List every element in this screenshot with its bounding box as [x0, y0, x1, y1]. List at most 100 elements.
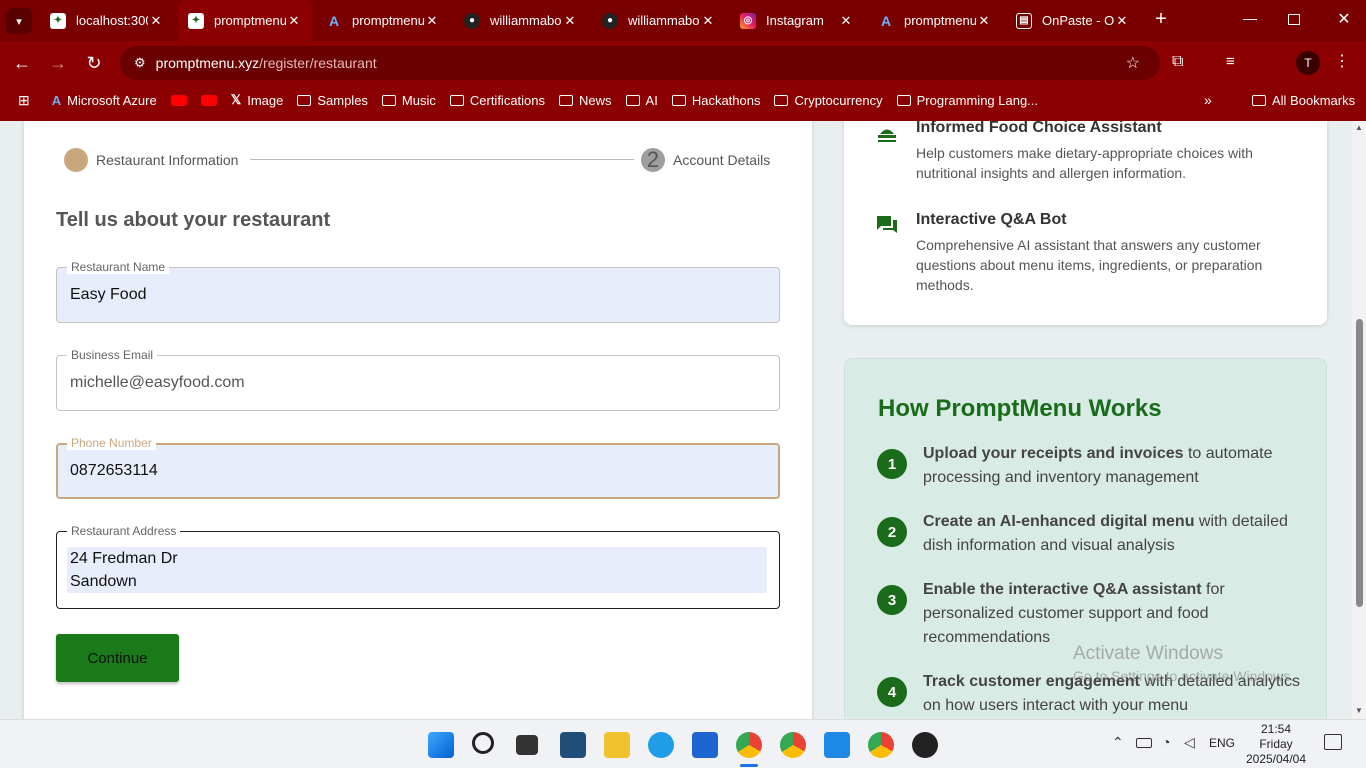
azure-icon: A — [328, 12, 340, 29]
bookmark-star-icon[interactable]: ☆ — [1126, 53, 1140, 73]
folder-icon — [896, 94, 911, 106]
language-indicator[interactable]: ENG — [1209, 736, 1235, 750]
folder-icon — [449, 94, 464, 106]
step-2: 2 Account Details — [641, 147, 770, 172]
tab-search-button[interactable]: ▾ — [6, 8, 32, 34]
bookmark-cryptocurrency[interactable]: Cryptocurrency — [774, 93, 883, 108]
wifi-icon[interactable]: ◔ — [1162, 734, 1170, 750]
close-icon[interactable]: ✕ — [148, 13, 164, 29]
chrome-icon[interactable] — [780, 732, 806, 758]
apps-icon[interactable]: ⊞ — [18, 92, 30, 109]
scroll-down-arrow[interactable]: ▼ — [1355, 706, 1363, 715]
page-scrollbar[interactable]: ▲ ▼ — [1352, 121, 1366, 719]
step-1-indicator — [64, 148, 88, 172]
browser-tab[interactable]: ✦ localhost:300 ✕ — [40, 0, 174, 41]
battery-icon[interactable] — [1136, 738, 1152, 748]
bookmark-programming[interactable]: Programming Lang... — [896, 93, 1038, 108]
folder-icon — [1252, 94, 1266, 106]
restaurant-name-field[interactable]: Restaurant Name Easy Food — [56, 260, 780, 323]
business-email-field[interactable]: Business Email michelle@easyfood.com — [56, 348, 780, 411]
new-tab-button[interactable]: + — [1150, 8, 1172, 32]
browser-tab-active[interactable]: ✦ promptmenu ✕ — [178, 0, 312, 41]
promptmenu-icon: ✦ — [50, 12, 66, 29]
windows-taskbar: ⌃ ◔ ◁ ENG 21:54 Friday 2025/04/04 — [0, 719, 1366, 768]
close-icon[interactable]: ✕ — [700, 13, 716, 29]
bookmark-samples[interactable]: Samples — [297, 93, 368, 108]
step-1: Restaurant Information — [64, 148, 238, 172]
youtube-icon — [200, 94, 217, 106]
media-player-icon[interactable] — [912, 732, 938, 758]
tray-overflow-icon[interactable]: ⌃ — [1112, 734, 1124, 751]
continue-button[interactable]: Continue — [56, 634, 179, 682]
scroll-up-arrow[interactable]: ▲ — [1355, 123, 1363, 132]
file-explorer-icon[interactable] — [604, 732, 630, 758]
more-bookmarks-icon[interactable]: » — [1204, 92, 1212, 108]
store-icon[interactable] — [692, 732, 718, 758]
browser-tab[interactable]: ◎ Instagram ✕ — [730, 0, 864, 41]
close-icon[interactable]: ✕ — [838, 13, 854, 29]
minimize-button[interactable]: — — [1240, 10, 1260, 26]
close-icon[interactable]: ✕ — [424, 13, 440, 29]
edge-icon[interactable] — [648, 732, 674, 758]
chrome-menu-icon[interactable]: ⋮ — [1334, 51, 1350, 71]
volume-icon[interactable]: ◁ — [1184, 734, 1195, 751]
notifications-icon[interactable] — [1324, 734, 1342, 750]
folder-icon — [381, 94, 396, 106]
bookmark-news[interactable]: News — [559, 93, 612, 108]
bookmark-youtube[interactable] — [170, 94, 187, 106]
registration-card: Restaurant Information 2 Account Details… — [24, 121, 812, 719]
folder-icon — [774, 94, 789, 106]
bookmark-youtube-2[interactable] — [200, 94, 217, 106]
restore-button[interactable] — [1288, 14, 1300, 25]
search-icon[interactable] — [472, 732, 494, 754]
chrome-icon[interactable] — [868, 732, 894, 758]
browser-tab[interactable]: ▤ OnPaste - Or ✕ — [1006, 0, 1140, 41]
task-view-icon[interactable] — [516, 735, 538, 755]
close-icon[interactable]: ✕ — [1114, 13, 1130, 29]
vscode-icon[interactable] — [824, 732, 850, 758]
youtube-icon — [170, 94, 187, 106]
chat-icon — [877, 216, 897, 233]
bookmark-ai[interactable]: AI — [625, 93, 658, 108]
restaurant-address-field[interactable]: Restaurant Address 24 Fredman Dr Sandown — [56, 524, 780, 609]
widgets-icon[interactable] — [560, 732, 586, 758]
azure-icon: A — [51, 92, 62, 108]
forward-button[interactable]: → — [45, 50, 71, 76]
media-controls-icon[interactable]: ≡ — [1226, 53, 1246, 73]
address-bar-row: ← → ↻ ⚙ promptmenu.xyz/register/restaura… — [0, 41, 1366, 85]
profile-avatar[interactable]: T — [1296, 51, 1320, 75]
bookmark-image[interactable]: 𝕏 Image — [231, 92, 284, 108]
features-card: Informed Food Choice Assistant Help cust… — [844, 121, 1327, 325]
site-info-icon[interactable]: ⚙ — [134, 55, 146, 71]
back-button[interactable]: ← — [9, 50, 35, 76]
scroll-thumb[interactable] — [1356, 319, 1363, 607]
azure-icon: A — [880, 12, 892, 29]
active-app-indicator — [740, 764, 758, 767]
folder-icon — [625, 94, 640, 106]
clock[interactable]: 21:54 Friday 2025/04/04 — [1244, 722, 1308, 767]
tab-strip: ▾ ✦ localhost:300 ✕ ✦ promptmenu ✕ A pro… — [0, 0, 1366, 41]
browser-tab[interactable]: ● williammabo ✕ — [592, 0, 726, 41]
bookmark-music[interactable]: Music — [381, 93, 436, 108]
browser-tab[interactable]: A promptmenu ✕ — [316, 0, 450, 41]
close-icon[interactable]: ✕ — [976, 13, 992, 29]
folder-icon — [671, 94, 686, 106]
chrome-icon[interactable] — [736, 732, 762, 758]
bookmark-certifications[interactable]: Certifications — [449, 93, 545, 108]
browser-tab[interactable]: A promptmenu ✕ — [868, 0, 1002, 41]
x-icon: 𝕏 — [230, 92, 242, 107]
close-icon[interactable]: ✕ — [286, 13, 302, 29]
bookmark-microsoft-azure[interactable]: A Microsoft Azure — [52, 93, 157, 108]
reload-button[interactable]: ↻ — [81, 50, 107, 76]
windows-start-icon[interactable] — [428, 732, 454, 758]
bookmarks-bar: ⊞ A Microsoft Azure 𝕏 Image Samples Music … — [0, 85, 1366, 115]
all-bookmarks[interactable]: All Bookmarks — [1252, 93, 1355, 108]
address-bar[interactable]: ⚙ promptmenu.xyz/register/restaurant ☆ — [120, 46, 1160, 80]
close-icon[interactable]: ✕ — [562, 13, 578, 29]
extensions-icon[interactable]: ⧉ — [1172, 53, 1192, 73]
bookmark-hackathons[interactable]: Hackathons — [671, 93, 760, 108]
window-close-button[interactable]: ✕ — [1334, 9, 1354, 29]
phone-number-field[interactable]: Phone Number 0872653114 — [56, 436, 780, 499]
github-icon: ● — [464, 12, 480, 29]
browser-tab[interactable]: ● williammabo ✕ — [454, 0, 588, 41]
